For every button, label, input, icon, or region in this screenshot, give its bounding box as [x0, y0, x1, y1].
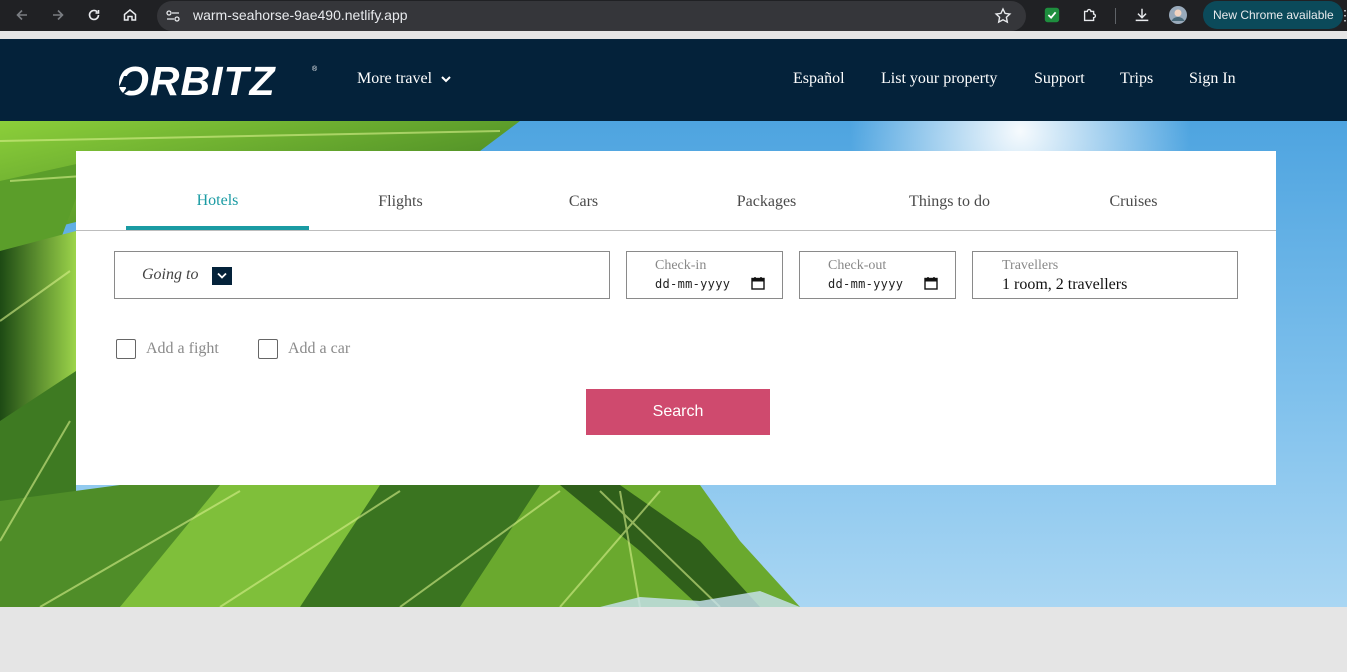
sign-in-link[interactable]: Sign In — [1189, 70, 1236, 88]
more-travel-menu[interactable]: More travel — [357, 70, 452, 88]
download-icon[interactable] — [1132, 5, 1152, 25]
url-text[interactable]: warm-seahorse-9ae490.netlify.app — [193, 7, 408, 23]
tab-cruises[interactable]: Cruises — [1042, 193, 1225, 211]
add-car-option[interactable]: Add a car — [258, 339, 350, 359]
list-property-link[interactable]: List your property — [881, 70, 997, 88]
travellers-field[interactable]: Travellers 1 room, 2 travellers — [972, 251, 1238, 299]
check-out-field[interactable]: Check-out dd-mm-yyyy — [799, 251, 956, 299]
orbitz-logo-text: ORBITZ — [117, 61, 277, 101]
add-car-checkbox[interactable] — [258, 339, 278, 359]
update-chrome-label: New Chrome available — [1213, 8, 1334, 22]
search-tabs: Hotels Flights Cars Packages Things to d… — [76, 151, 1276, 231]
site-info-icon[interactable] — [165, 8, 181, 24]
check-out-value[interactable]: dd-mm-yyyy — [828, 277, 903, 291]
language-link[interactable]: Español — [793, 70, 845, 88]
add-flight-checkbox[interactable] — [116, 339, 136, 359]
tab-cars[interactable]: Cars — [492, 193, 675, 211]
tab-things-to-do[interactable]: Things to do — [858, 193, 1041, 211]
tab-packages[interactable]: Packages — [675, 193, 858, 211]
search-button-label: Search — [652, 403, 704, 420]
bookmark-star-icon[interactable] — [994, 7, 1012, 25]
going-to-dropdown[interactable] — [212, 267, 232, 285]
calendar-icon[interactable] — [924, 276, 938, 290]
chevron-down-icon — [217, 272, 227, 279]
address-bar[interactable]: warm-seahorse-9ae490.netlify.app — [157, 1, 1026, 31]
tab-hotels[interactable]: Hotels — [126, 192, 309, 210]
add-flight-label: Add a fight — [146, 340, 219, 357]
tab-flights[interactable]: Flights — [309, 193, 492, 211]
orbitz-logo[interactable]: ORBITZ ® — [115, 61, 320, 101]
trips-link[interactable]: Trips — [1120, 70, 1153, 88]
forward-icon[interactable] — [47, 4, 69, 26]
going-to-label: Going to — [142, 266, 199, 283]
search-button[interactable]: Search — [586, 389, 770, 435]
profile-avatar-icon[interactable] — [1168, 5, 1188, 25]
reload-icon[interactable] — [83, 4, 105, 26]
svg-text:®: ® — [312, 65, 318, 73]
toolbar-divider — [1115, 8, 1116, 24]
going-to-field[interactable]: Going to — [114, 251, 610, 299]
menu-kebab-icon[interactable]: ⋮ — [1338, 8, 1347, 22]
chevron-down-icon — [441, 76, 451, 83]
calendar-icon[interactable] — [751, 276, 765, 290]
add-flight-option[interactable]: Add a fight — [116, 339, 219, 359]
extension-shield-icon[interactable] — [1042, 5, 1062, 25]
support-link[interactable]: Support — [1034, 70, 1085, 88]
browser-toolbar: warm-seahorse-9ae490.netlify.app New Chr… — [0, 0, 1347, 31]
extensions-puzzle-icon[interactable] — [1080, 5, 1100, 25]
more-travel-label: More travel — [357, 70, 433, 87]
travellers-value: 1 room, 2 travellers — [1002, 276, 1128, 293]
check-in-value[interactable]: dd-mm-yyyy — [655, 277, 730, 291]
home-icon[interactable] — [119, 4, 141, 26]
check-in-field[interactable]: Check-in dd-mm-yyyy — [626, 251, 783, 299]
travellers-label: Travellers — [1002, 258, 1059, 273]
active-tab-indicator — [126, 226, 309, 230]
site-header: ORBITZ ® More travel Español List your p… — [0, 39, 1347, 121]
back-icon[interactable] — [11, 4, 33, 26]
check-out-label: Check-out — [828, 258, 887, 273]
update-chrome-button[interactable]: New Chrome available — [1203, 1, 1343, 29]
check-in-label: Check-in — [655, 258, 707, 273]
search-card: Hotels Flights Cars Packages Things to d… — [76, 151, 1276, 485]
add-car-label: Add a car — [288, 340, 351, 357]
